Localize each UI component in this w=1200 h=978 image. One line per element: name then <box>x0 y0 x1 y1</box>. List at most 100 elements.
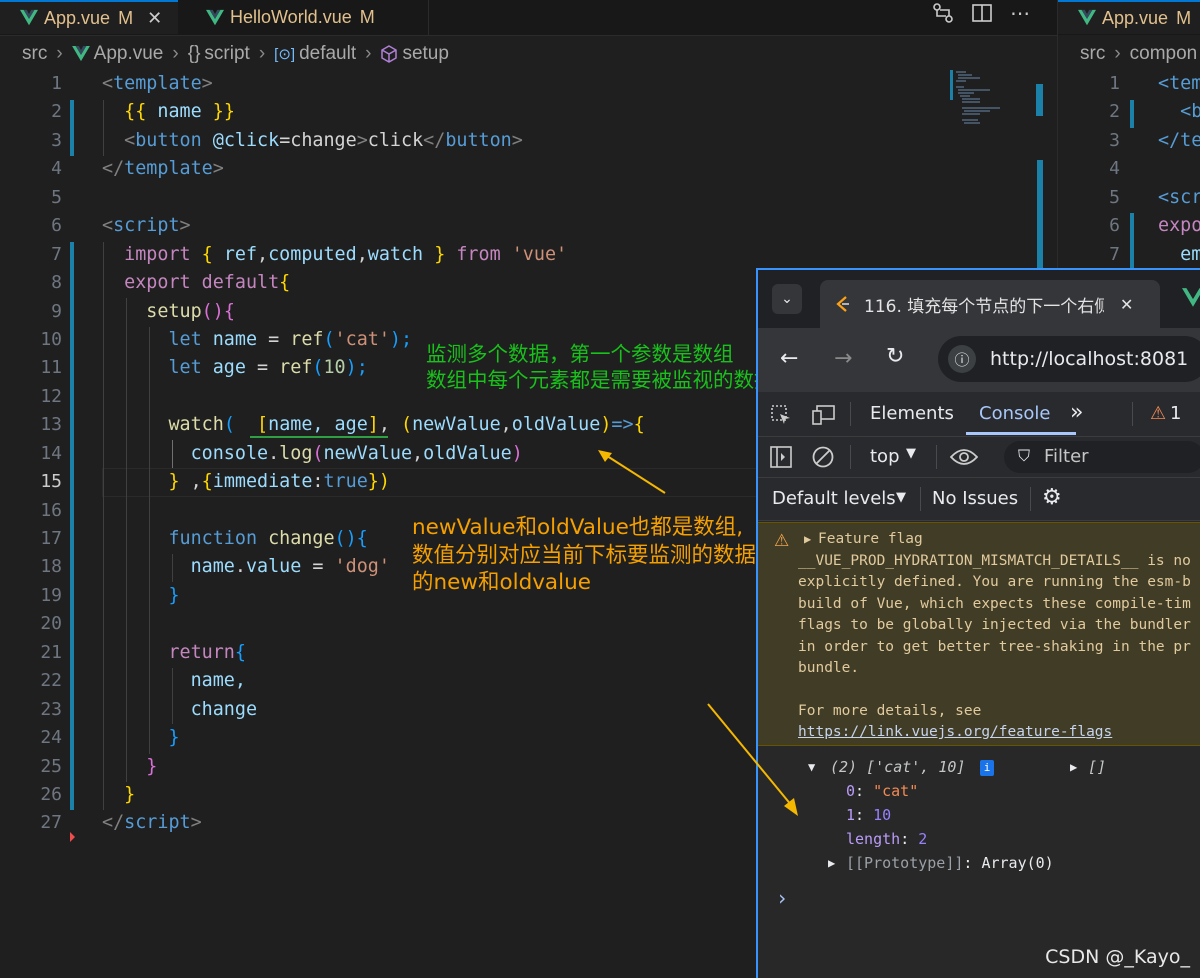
line-number: 1 <box>51 73 62 94</box>
braces-icon: {} <box>187 43 201 64</box>
arrow-annotation-2 <box>707 703 798 816</box>
devtools-tab-elements[interactable]: Elements <box>870 403 954 424</box>
warning-text: Feature flag <box>818 531 923 547</box>
git-modified-marker <box>1130 100 1134 128</box>
log-levels-dropdown[interactable]: Default levels <box>772 488 896 509</box>
warning-text: __VUE_PROD_HYDRATION_MISMATCH_DETAILS__ … <box>798 553 1191 569</box>
split-editor-icon[interactable] <box>972 0 992 26</box>
vue-file-icon <box>71 46 90 62</box>
console-toolbar-2: Default levels ▼ No Issues ⚙ <box>758 478 1200 521</box>
line-number: 7 <box>1109 243 1120 265</box>
tab-helloworld-vue[interactable]: HelloWorld.vue M <box>206 0 375 35</box>
line-number: 4 <box>51 158 62 180</box>
site-info-icon[interactable]: ⓘ <box>948 345 976 373</box>
browser-toolbar: ← → ↻ ⓘ http://localhost:8081 <box>758 328 1200 392</box>
more-tabs-icon[interactable]: » <box>1070 400 1083 425</box>
chevron-right-icon: › <box>365 43 372 64</box>
line-number: 13 <box>40 414 62 436</box>
warning-count[interactable]: 1 <box>1170 403 1181 424</box>
tab-search-button[interactable]: ⌄ <box>772 284 802 314</box>
code-line: <button @click=change>click</button> <box>124 129 523 151</box>
leetcode-icon <box>836 296 849 312</box>
array-value: "cat" <box>873 782 919 800</box>
warning-text: For more details, see <box>798 703 982 719</box>
scrollbar-thumb[interactable] <box>1036 84 1043 116</box>
sidebar-toggle-icon[interactable] <box>770 446 792 468</box>
line-number: 1 <box>1109 73 1120 94</box>
array-summary-2[interactable]: [] <box>1088 758 1106 776</box>
breadcrumb-default[interactable]: default <box>299 43 356 65</box>
annotation-line: 监测多个数据，第一个参数是数组 <box>426 342 734 366</box>
console-warning: ⚠ ▶ Feature flag __VUE_PROD_HYDRATION_MI… <box>758 522 1200 746</box>
eye-icon[interactable] <box>950 447 978 467</box>
breadcrumb-src[interactable]: src <box>1080 43 1105 65</box>
breadcrumb-script[interactable]: script <box>204 43 249 65</box>
expand-triangle-icon[interactable]: ▶ <box>804 532 811 546</box>
line-number-current: 15 <box>40 471 62 493</box>
toolbar-divider <box>936 445 937 469</box>
code-line: } <box>146 755 158 777</box>
right-code[interactable]: <tem <b </te <scr expo em <box>1158 70 1200 269</box>
line-number: 24 <box>40 727 62 749</box>
back-arrow-icon[interactable]: ← <box>780 346 798 371</box>
array-key: 0 <box>846 782 856 800</box>
expand-triangle-icon[interactable]: ▶ <box>1070 760 1077 774</box>
line-number: 22 <box>40 670 62 692</box>
toolbar-divider <box>1030 487 1031 511</box>
line-number: 5 <box>51 186 62 208</box>
vue-file-icon <box>20 9 38 26</box>
filter-icon: ⛉ <box>1018 446 1031 465</box>
browser-window: ⌄ 116. 填充每个节点的下一个右侧 ✕ ← → ↻ ⓘ http://loc… <box>756 268 1200 978</box>
context-selector[interactable]: top <box>870 446 900 467</box>
more-actions-icon[interactable]: ⋯ <box>1010 0 1030 26</box>
devtools-tab-console[interactable]: Console <box>979 403 1050 424</box>
url-text: http://localhost:8081 <box>990 348 1189 370</box>
settings-gear-icon[interactable]: ⚙ <box>1042 485 1062 510</box>
breadcrumb-file[interactable]: App.vue <box>94 43 164 65</box>
tab-divider <box>428 0 429 35</box>
line-number: 9 <box>51 300 62 322</box>
clear-console-icon[interactable] <box>812 446 834 468</box>
browser-tab-active[interactable]: 116. 填充每个节点的下一个右侧 ✕ <box>820 280 1160 328</box>
reload-icon[interactable]: ↻ <box>886 344 904 369</box>
line-number: 2 <box>51 101 62 123</box>
git-modified-marker <box>70 242 74 810</box>
array-summary[interactable]: (2) ['cat', 10] <box>830 758 965 776</box>
dropdown-arrow-icon: ▼ <box>906 446 916 461</box>
tab-app-vue-right[interactable]: App.vue M <box>1058 0 1200 34</box>
active-tab-indicator <box>966 432 1076 435</box>
minimap[interactable] <box>950 70 1006 130</box>
address-bar[interactable]: ⓘ http://localhost:8081 <box>938 336 1200 382</box>
toolbar-divider <box>850 445 851 469</box>
line-number: 14 <box>40 442 62 464</box>
line-number: 2 <box>1109 101 1120 123</box>
tab-app-vue[interactable]: App.vue M ✕ <box>0 0 178 34</box>
compare-changes-icon[interactable] <box>932 0 954 26</box>
close-icon[interactable]: ✕ <box>1120 295 1133 314</box>
inspect-element-icon[interactable] <box>770 404 792 426</box>
console-prompt[interactable]: › <box>776 886 788 910</box>
filter-input[interactable]: ⛉ Filter <box>1004 441 1200 473</box>
close-icon[interactable]: ✕ <box>147 8 162 29</box>
chevron-right-icon: › <box>1114 43 1121 64</box>
breadcrumb-right: src › compon <box>1080 40 1197 68</box>
breadcrumb-setup[interactable]: setup <box>402 43 448 65</box>
line-number: 6 <box>51 215 62 237</box>
warning-text: build of Vue, which expects these compil… <box>798 596 1191 612</box>
expand-triangle-icon[interactable]: ▶ <box>828 856 835 870</box>
code-line: import { ref,computed,watch } from 'vue' <box>124 243 568 265</box>
code-editor[interactable]: <template> {{ name }} <button @click=cha… <box>102 70 645 838</box>
issues-link[interactable]: No Issues <box>932 488 1018 509</box>
device-toolbar-icon[interactable] <box>812 404 836 426</box>
info-badge[interactable]: i <box>980 760 994 776</box>
forward-arrow-icon[interactable]: → <box>834 346 852 371</box>
warning-triangle-icon[interactable]: ⚠ <box>1150 403 1166 424</box>
breadcrumb-components[interactable]: compon <box>1130 43 1198 65</box>
breadcrumb-src[interactable]: src <box>22 43 47 65</box>
line-number: 16 <box>40 499 62 521</box>
code-line: {{ name }} <box>124 101 235 123</box>
annotation-line: 的new和oldvalue <box>412 570 591 595</box>
feature-flags-link[interactable]: https://link.vuejs.org/feature-flags <box>798 722 1112 744</box>
